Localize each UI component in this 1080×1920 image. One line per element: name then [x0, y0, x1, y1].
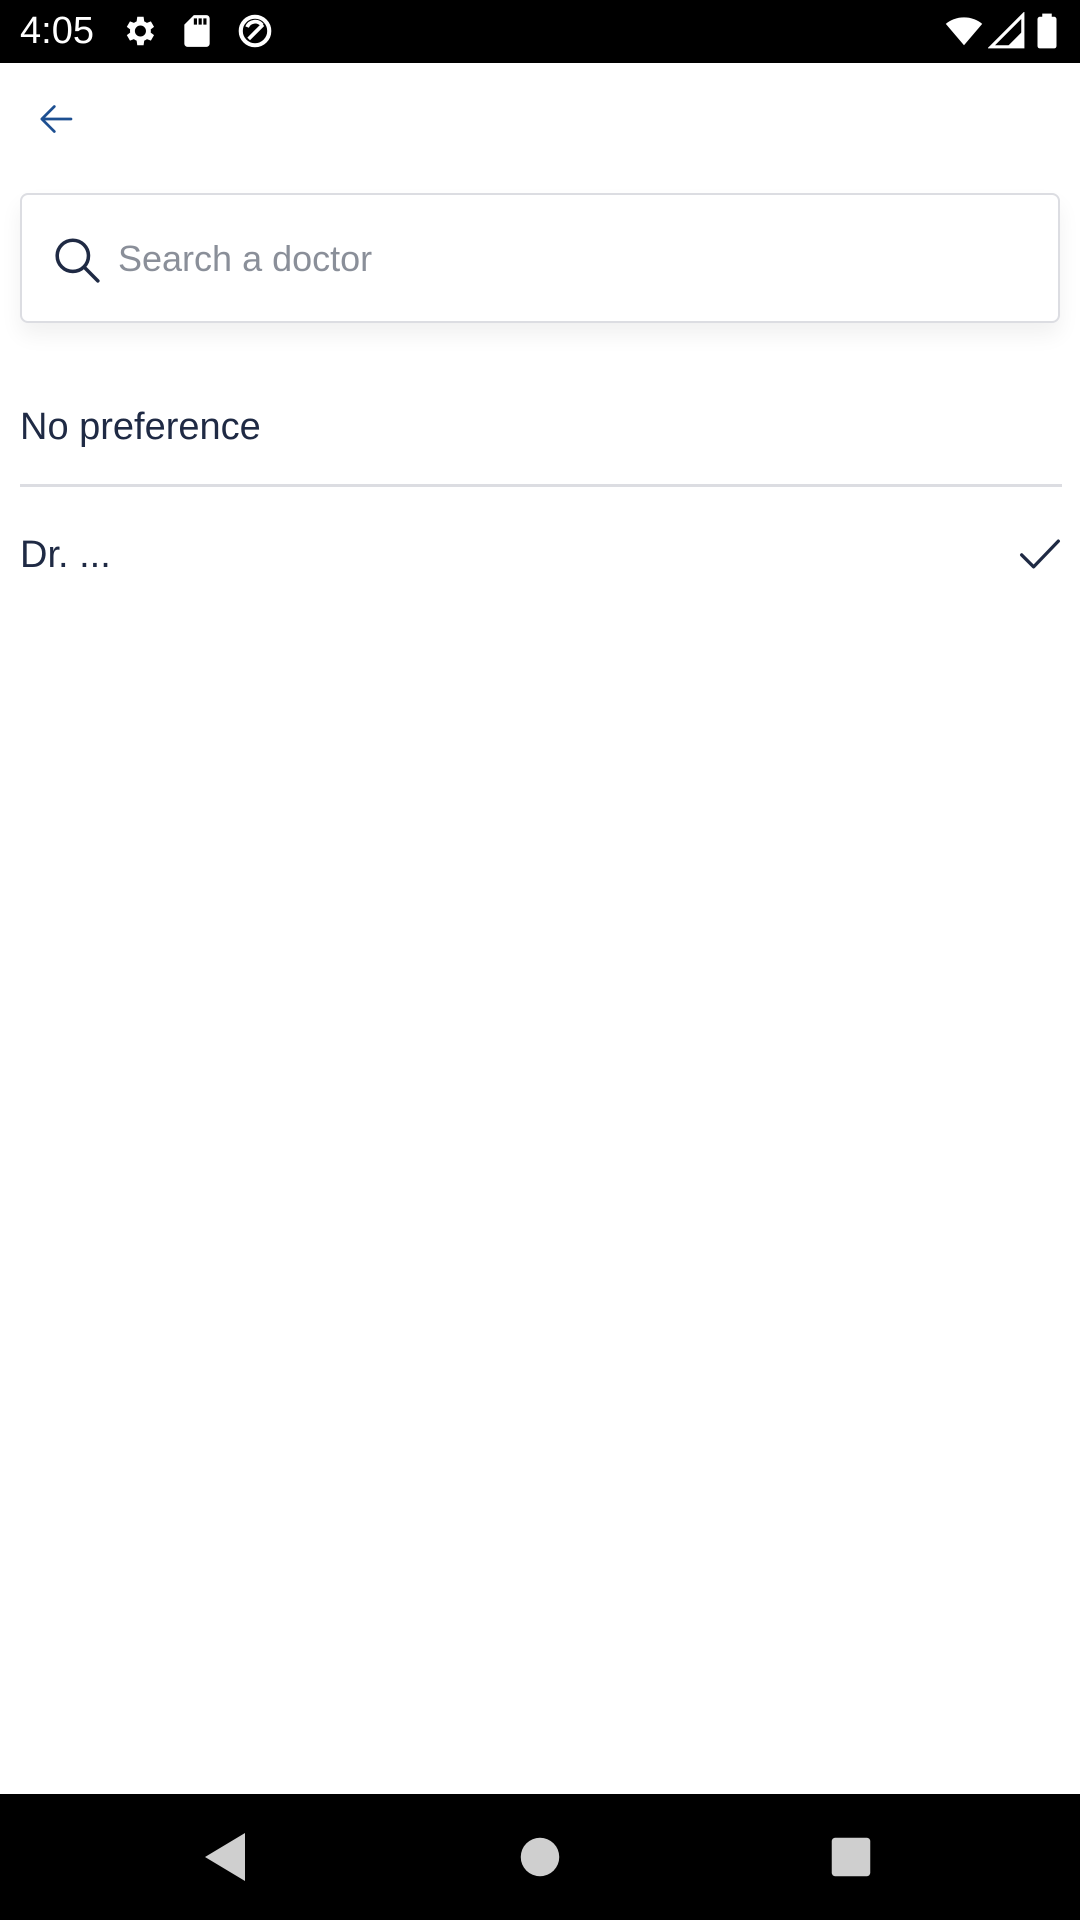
- option-no-preference[interactable]: No preference: [20, 380, 1062, 480]
- arrow-left-icon: [40, 105, 73, 133]
- gear-icon: [126, 16, 155, 46]
- recents-square-icon: [831, 1837, 871, 1877]
- status-bar: 4:05: [0, 0, 1080, 63]
- option-doctor[interactable]: Dr. ...: [20, 510, 1062, 600]
- battery-icon: [1037, 13, 1057, 49]
- wifi-icon: [945, 17, 983, 46]
- nav-back-button[interactable]: [192, 1824, 258, 1890]
- system-nav-bar: [0, 1794, 1080, 1920]
- option-label: Dr. ...: [20, 534, 111, 576]
- status-time: 4:05: [20, 10, 94, 52]
- home-circle-icon: [520, 1837, 560, 1877]
- back-triangle-icon: [205, 1833, 245, 1881]
- check-icon: [1020, 539, 1060, 569]
- signal-icon: [988, 12, 1025, 49]
- nav-home-button[interactable]: [507, 1824, 573, 1890]
- search-input[interactable]: [118, 223, 1018, 295]
- option-label: No preference: [20, 406, 261, 448]
- divider: [20, 484, 1062, 487]
- search-box[interactable]: [20, 193, 1060, 323]
- doctor-picker-screen: 4:05 Search a doctor No preference Dr. .…: [0, 0, 1080, 1920]
- sync-icon: [238, 14, 272, 48]
- sd-card-icon: [184, 15, 210, 47]
- nav-recents-button[interactable]: [818, 1824, 884, 1890]
- search-icon: [55, 238, 100, 283]
- back-button[interactable]: [22, 85, 90, 153]
